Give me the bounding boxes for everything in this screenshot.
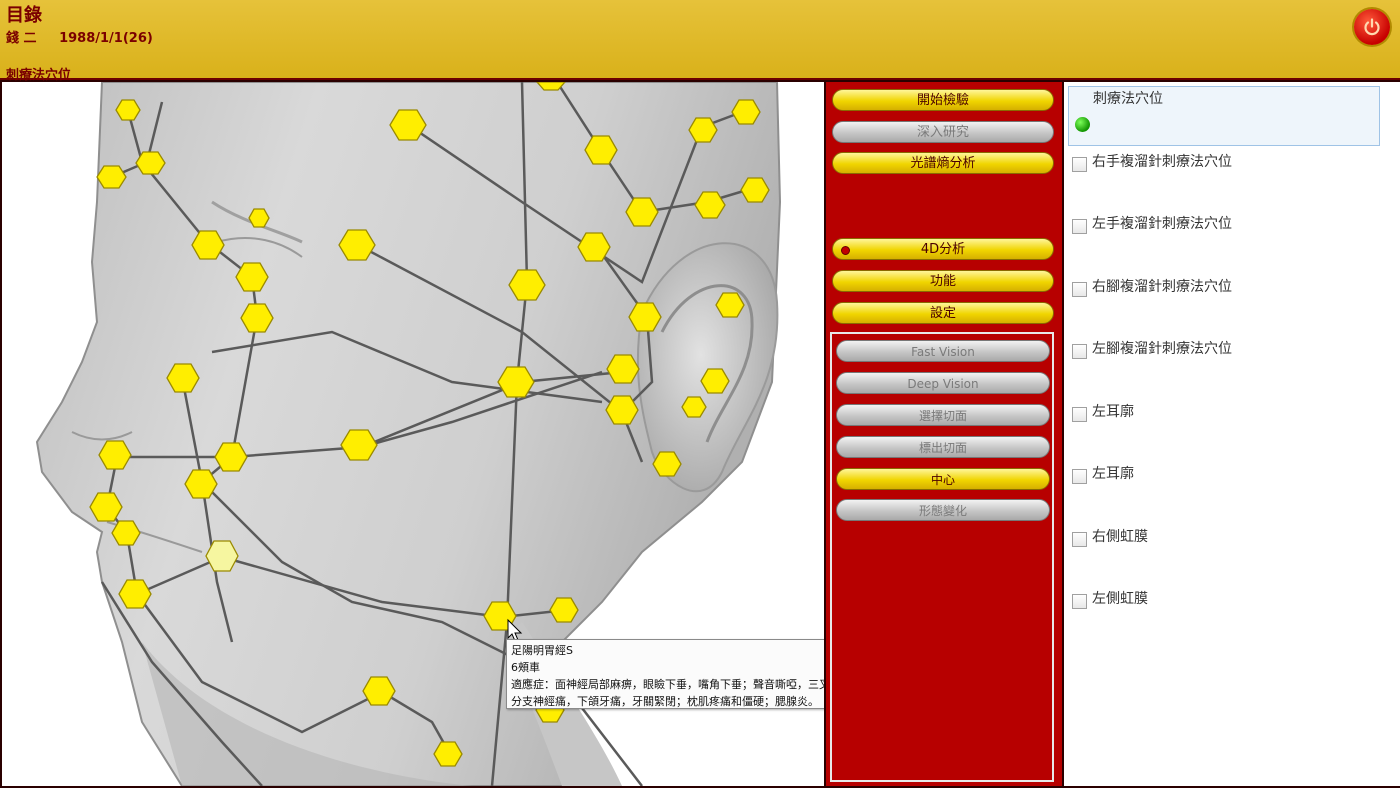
spectral-analysis-button[interactable]: 光譜熵分析 <box>832 152 1054 174</box>
section-title: 刺療法穴位 <box>6 68 72 83</box>
list-item-label: 左側虹膜 <box>1092 591 1148 607</box>
checkbox[interactable] <box>1072 594 1087 609</box>
acupoint-marker <box>96 165 127 189</box>
tooltip-indications-cont: 分支神經痛，下頜牙痛，牙關緊閉；枕肌疼痛和僵硬；腮腺炎。 <box>511 695 819 708</box>
patient-dob: 1988/1/1(26) <box>59 31 153 46</box>
acupoint-marker <box>248 208 270 228</box>
deep-vision-button[interactable]: Deep Vision <box>836 372 1050 394</box>
acupoint-tooltip: 足陽明胃經S 6頰車 適應症：面神經局部麻痹，眼瞼下垂，嘴角下垂；聲音嘶啞，三叉… <box>506 639 824 709</box>
tooltip-indications: 適應症：面神經局部麻痹，眼瞼下垂，嘴角下垂；聲音嘶啞，三叉神經痛III <box>511 678 824 691</box>
list-item-label: 刺療法穴位 <box>1093 91 1163 107</box>
acupoint-marker <box>652 451 682 477</box>
head-3d-viewport[interactable]: 足陽明胃經S 6頰車 適應症：面神經局部麻痹，眼瞼下垂，嘴角下垂；聲音嘶啞，三叉… <box>2 82 824 786</box>
tooltip-meridian: 足陽明胃經S <box>511 644 573 657</box>
deep-research-button[interactable]: 深入研究 <box>832 121 1054 143</box>
checkbox[interactable] <box>1072 282 1087 297</box>
menu-title[interactable]: 目錄 <box>6 1 42 27</box>
center-button[interactable]: 中心 <box>836 468 1050 490</box>
acupoint-marker <box>111 520 141 546</box>
list-item-label: 左耳廓 <box>1092 466 1134 482</box>
fast-vision-button[interactable]: Fast Vision <box>836 340 1050 362</box>
green-status-icon <box>1075 117 1090 132</box>
checkbox[interactable] <box>1072 469 1087 484</box>
acupoint-marker <box>715 292 745 318</box>
list-item-selected[interactable]: 刺療法穴位 <box>1068 86 1380 146</box>
checkbox[interactable] <box>1072 532 1087 547</box>
analysis-4d-button[interactable]: 4D分析 <box>832 238 1054 260</box>
acupoint-marker <box>700 368 730 394</box>
acupoint-marker <box>681 396 707 418</box>
mark-slice-button[interactable]: 標出切面 <box>836 436 1050 458</box>
analysis-4d-label: 4D分析 <box>920 242 966 257</box>
list-item-label: 右腳複溜針刺療法穴位 <box>1092 279 1232 295</box>
list-item-label: 左腳複溜針刺療法穴位 <box>1092 341 1232 357</box>
list-item-label: 左手複溜針刺療法穴位 <box>1092 216 1232 232</box>
acupoint-marker <box>740 177 770 203</box>
indicator-dot <box>841 246 850 255</box>
acupoint-list-panel: 刺療法穴位 右手複溜針刺療法穴位 左手複溜針刺療法穴位 右腳複溜針刺療法穴位 左… <box>1064 82 1400 786</box>
acupoint-marker <box>433 741 463 767</box>
acupoint-marker <box>135 151 166 175</box>
patient-name: 錢 二 <box>6 31 37 46</box>
morph-button[interactable]: 形態變化 <box>836 499 1050 521</box>
list-item-label: 右側虹膜 <box>1092 529 1148 545</box>
checkbox[interactable] <box>1072 407 1087 422</box>
checkbox[interactable] <box>1072 344 1087 359</box>
acupoint-marker <box>549 597 579 623</box>
power-icon <box>1364 18 1380 36</box>
list-item-label: 左耳廓 <box>1092 404 1134 420</box>
acupoint-marker <box>688 117 718 143</box>
patient-info: 錢 二 1988/1/1(26) <box>6 27 171 46</box>
select-slice-button[interactable]: 選擇切面 <box>836 404 1050 426</box>
acupoint-marker <box>115 99 141 121</box>
tooltip-point: 6頰車 <box>511 661 540 674</box>
functions-button[interactable]: 功能 <box>832 270 1054 292</box>
list-item-label: 右手複溜針刺療法穴位 <box>1092 154 1232 170</box>
header-bar: 目錄 錢 二 1988/1/1(26) 刺療法穴位 <box>0 0 1400 83</box>
start-test-button[interactable]: 開始檢驗 <box>832 89 1054 111</box>
checkbox[interactable] <box>1072 157 1087 172</box>
settings-button[interactable]: 設定 <box>832 302 1054 324</box>
power-button[interactable] <box>1354 9 1390 45</box>
acupoint-marker <box>731 99 761 125</box>
vision-submenu: Fast Vision Deep Vision 選擇切面 標出切面 中心 形態變… <box>830 332 1054 782</box>
checkbox[interactable] <box>1072 219 1087 234</box>
main-menu-panel: 開始檢驗 深入研究 光譜熵分析 4D分析 功能 設定 Fast Vision D… <box>826 82 1062 786</box>
